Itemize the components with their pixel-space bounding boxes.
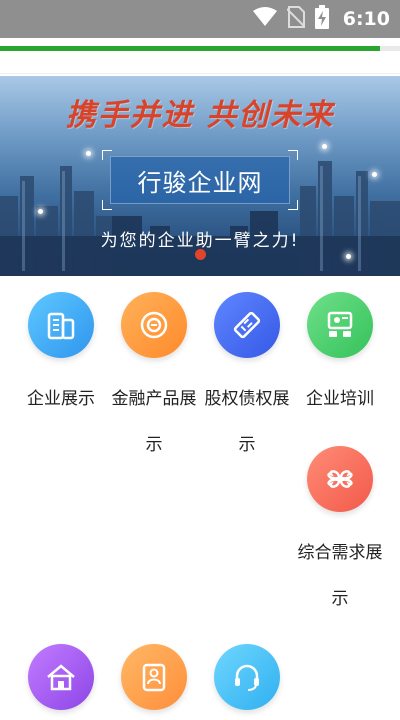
light-dot xyxy=(322,144,327,149)
feature-label: 股权债权展示 xyxy=(204,389,290,455)
finance-icon xyxy=(121,292,187,358)
banner-carousel[interactable]: 携手并进 共创未来 行骏企业网 为您的企业助一臂之力! xyxy=(0,76,400,276)
banner-title-box: 行骏企业网 xyxy=(110,156,290,204)
building-icon xyxy=(28,292,94,358)
ticket-icon xyxy=(214,292,280,358)
headset-icon xyxy=(214,644,280,710)
feature-label: 综合需求展示 xyxy=(297,543,383,609)
feature-demand-showcase[interactable]: 综合需求展示 xyxy=(295,446,385,622)
carousel-indicator-dot[interactable] xyxy=(195,249,206,260)
profile-card-icon xyxy=(121,644,187,710)
clover-icon xyxy=(307,446,373,512)
wifi-icon xyxy=(252,7,277,31)
light-dot xyxy=(372,172,377,177)
training-icon xyxy=(307,292,373,358)
light-dot xyxy=(346,254,351,259)
light-dot xyxy=(38,209,43,214)
banner-subtitle: 为您的企业助一臂之力! xyxy=(100,231,300,251)
status-icons: 6:10 xyxy=(252,0,390,38)
feature-row3-item2[interactable] xyxy=(109,644,199,710)
page-load-progress xyxy=(0,46,400,51)
light-dot xyxy=(86,151,91,156)
battery-charging-icon xyxy=(314,5,329,33)
page-load-area xyxy=(0,38,400,74)
status-time: 6:10 xyxy=(342,8,390,30)
feature-label: 企业培训 xyxy=(306,389,374,409)
feature-row3-item1[interactable] xyxy=(16,644,106,710)
banner-slogan: 携手并进 共创未来 xyxy=(65,98,335,133)
feature-label: 金融产品展示 xyxy=(111,389,197,455)
feature-enterprise-showcase[interactable]: 企业展示 xyxy=(16,292,106,422)
feature-row3-item3[interactable] xyxy=(202,644,292,710)
no-sim-icon xyxy=(286,6,306,32)
page-load-progress-fill xyxy=(0,46,380,51)
feature-financial-products[interactable]: 金融产品展示 xyxy=(109,292,199,468)
status-bar: 6:10 xyxy=(0,0,400,38)
banner-title: 行骏企业网 xyxy=(137,168,263,197)
feature-equity-debt[interactable]: 股权债权展示 xyxy=(202,292,292,468)
house-icon xyxy=(28,644,94,710)
feature-enterprise-training[interactable]: 企业培训 xyxy=(295,292,385,422)
feature-label: 企业展示 xyxy=(27,389,95,409)
